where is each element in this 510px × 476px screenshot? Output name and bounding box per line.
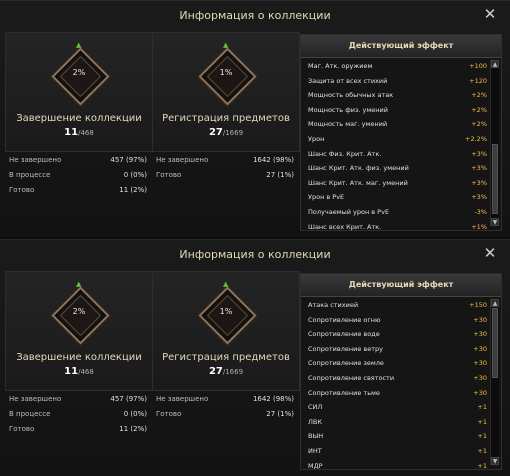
stat-row: Не завершено 1642 (98%) <box>156 395 294 403</box>
item-registration-panel: ▲ 1% Регистрация предметов 27/1669 <box>152 32 300 152</box>
window-title: Информация о коллекции <box>179 248 331 261</box>
completion-count: 11/468 <box>64 127 94 138</box>
collection-completion-panel: ▲ 2% Завершение коллекции 11/468 <box>5 32 153 152</box>
completion-label: Завершение коллекции <box>16 352 142 363</box>
registration-count: 27/1669 <box>208 127 244 138</box>
registration-percent: 1% <box>219 68 233 77</box>
scrollbar-thumb[interactable] <box>492 308 498 378</box>
effect-row: ИНТ +1 <box>308 446 487 455</box>
active-effects-panel: Действующий эффект Атака стихией +150 Соп… <box>300 273 502 470</box>
effects-scrollbar[interactable]: ▲ ▼ <box>490 299 499 465</box>
effect-row: Мощность обычных атак +2% <box>308 91 487 100</box>
effect-row: СИЛ +1 <box>308 403 487 412</box>
completion-percent: 2% <box>72 307 86 316</box>
effect-row: Сопротивление тьме +30 <box>308 388 487 397</box>
completion-percent: 2% <box>72 68 86 77</box>
registration-label: Регистрация предметов <box>162 113 290 124</box>
effect-row: Получаемый урон в PvE -3% <box>308 207 487 216</box>
stat-row: Готово 27 (1%) <box>156 410 294 418</box>
registration-progress-emblem: ▲ 1% <box>198 41 257 106</box>
effect-row: Шанс Крит. Атк. маг. умений +3% <box>308 178 487 187</box>
close-icon[interactable]: ✕ <box>483 7 497 22</box>
effect-row: Шанс Физ. Крит. Атк. +3% <box>308 149 487 158</box>
effect-row: Мощность маг. умений +2% <box>308 120 487 129</box>
effect-row: ВЫН +1 <box>308 432 487 441</box>
effect-row: МДР +1 <box>308 461 487 470</box>
effects-list: Атака стихией +150 Сопротивление огню +30 … <box>301 298 489 473</box>
stat-row: Готово 11 (2%) <box>9 425 147 433</box>
arrow-up-icon[interactable]: ▲ <box>491 299 499 307</box>
effects-list: Маг. Атк. оружием +100 Защита от всех сти… <box>301 59 489 234</box>
completion-label: Завершение коллекции <box>16 113 142 124</box>
collection-info-window: Информация о коллекции ✕ ▲ 2% Завершение… <box>0 239 510 476</box>
arrow-down-icon[interactable]: ▼ <box>491 457 499 465</box>
stat-row: Не завершено 457 (97%) <box>9 395 147 403</box>
completion-stats: Не завершено 457 (97%) В процессе 0 (0%) Г… <box>5 153 151 198</box>
arrow-down-icon[interactable]: ▼ <box>491 218 499 226</box>
effect-row: Маг. Атк. оружием +100 <box>308 62 487 70</box>
stat-row: Не завершено 457 (97%) <box>9 156 147 164</box>
registration-percent: 1% <box>219 307 233 316</box>
effect-row: Сопротивление огню +30 <box>308 315 487 324</box>
registration-progress-emblem: ▲ 1% <box>198 280 257 345</box>
scrollbar-thumb[interactable] <box>492 144 498 214</box>
stat-row: В процессе 0 (0%) <box>9 171 147 179</box>
effects-scrollbar[interactable]: ▲ ▼ <box>490 60 499 226</box>
effect-row: Сопротивление святости +30 <box>308 373 487 382</box>
completion-progress-emblem: ▲ 2% <box>51 280 110 345</box>
effect-row: Мощность физ. умений +2% <box>308 105 487 114</box>
registration-stats: Не завершено 1642 (98%) Готово 27 (1%) <box>152 392 298 422</box>
effect-row: Урон в PvE +3% <box>308 193 487 202</box>
active-effects-panel: Действующий эффект Маг. Атк. оружием +100… <box>300 34 502 231</box>
effect-row: Защита от всех стихий +120 <box>308 76 487 85</box>
leaf-icon: ▲ <box>223 41 229 49</box>
collection-completion-panel: ▲ 2% Завершение коллекции 11/468 <box>5 271 153 391</box>
stat-row: Готово 11 (2%) <box>9 186 147 194</box>
completion-stats: Не завершено 457 (97%) В процессе 0 (0%) Г… <box>5 392 151 437</box>
stat-row: В процессе 0 (0%) <box>9 410 147 418</box>
collection-info-window: Информация о коллекции ✕ ▲ 2% Завершение… <box>0 0 510 237</box>
leaf-icon: ▲ <box>76 280 82 288</box>
completion-progress-emblem: ▲ 2% <box>51 41 110 106</box>
registration-stats: Не завершено 1642 (98%) Готово 27 (1%) <box>152 153 298 183</box>
registration-label: Регистрация предметов <box>162 352 290 363</box>
arrow-up-icon[interactable]: ▲ <box>491 60 499 68</box>
effect-row: Шанс Крит. Атк. физ. умений +3% <box>308 164 487 173</box>
effect-row: Сопротивление ветру +30 <box>308 344 487 353</box>
registration-count: 27/1669 <box>208 366 244 377</box>
effect-row: Атака стихией +150 <box>308 301 487 309</box>
effect-row: Сопротивление воде +30 <box>308 330 487 339</box>
completion-count: 11/468 <box>64 366 94 377</box>
effect-row: Шанс всех Крит. Атк. +1% <box>308 222 487 231</box>
effect-row: ЛВК +1 <box>308 417 487 426</box>
leaf-icon: ▲ <box>223 280 229 288</box>
leaf-icon: ▲ <box>76 41 82 49</box>
effect-row: Урон +2.2% <box>308 134 487 143</box>
effect-row: Сопротивление земле +30 <box>308 359 487 368</box>
item-registration-panel: ▲ 1% Регистрация предметов 27/1669 <box>152 271 300 391</box>
stat-row: Не завершено 1642 (98%) <box>156 156 294 164</box>
effects-header: Действующий эффект <box>301 274 501 297</box>
effects-header: Действующий эффект <box>301 35 501 58</box>
window-title: Информация о коллекции <box>179 9 331 22</box>
stat-row: Готово 27 (1%) <box>156 171 294 179</box>
close-icon[interactable]: ✕ <box>483 246 497 261</box>
